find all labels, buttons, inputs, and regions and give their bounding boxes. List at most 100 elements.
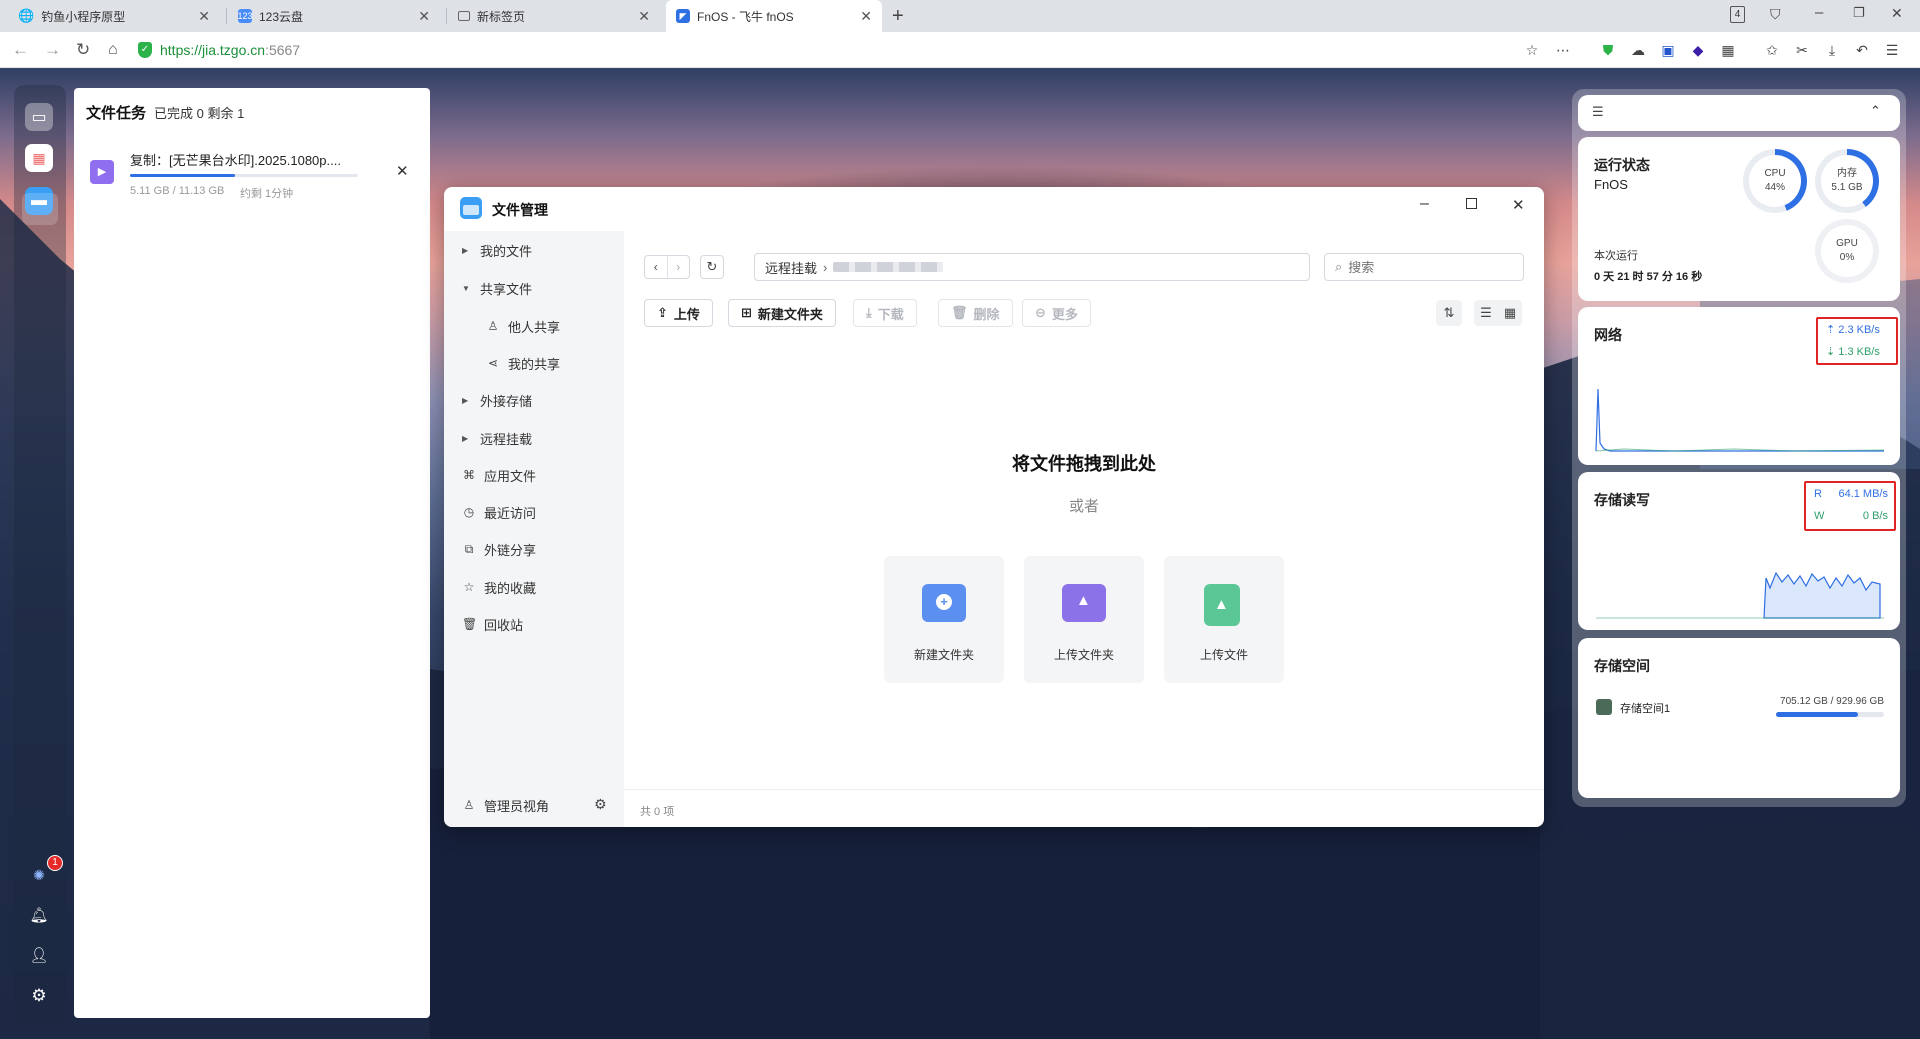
sidebar-settings-icon[interactable]: ⚙: [594, 796, 607, 813]
back-icon[interactable]: ←: [12, 40, 29, 60]
breadcrumb-separator-icon: ›: [823, 259, 828, 275]
more-button[interactable]: ⊖ 更多: [1022, 299, 1091, 327]
sidebar-item-external-share[interactable]: ⧉ 外链分享: [462, 539, 536, 559]
extension-blue-icon[interactable]: ▣: [1658, 40, 1678, 60]
sidebar-item-label: 最近访问: [484, 505, 537, 521]
sidebar-item-favorites[interactable]: ☆ 我的收藏: [462, 577, 536, 597]
sidebar-item-recycle-bin[interactable]: 🗑︎ 回收站: [462, 614, 523, 634]
new-folder-card[interactable]: + 新建文件夹: [884, 556, 1004, 683]
uptime-value: 0 天 21 时 57 分 16 秒: [1594, 271, 1703, 283]
close-icon[interactable]: ✕: [860, 8, 872, 25]
close-task-icon[interactable]: ✕: [396, 162, 409, 180]
upload-file-card[interactable]: ▲ 上传文件: [1164, 556, 1284, 683]
storage-usage-track: [1776, 712, 1884, 717]
minimize-icon[interactable]: –: [1420, 195, 1429, 213]
search-input[interactable]: [1348, 259, 1499, 275]
sidebar-item-external-storage[interactable]: ▶ 外接存储: [462, 390, 532, 410]
close-icon[interactable]: ✕: [418, 8, 430, 25]
history-nav: ‹ ›: [644, 255, 690, 279]
list-view-icon[interactable]: ☰: [1474, 300, 1498, 326]
undo-icon[interactable]: ↶: [1852, 40, 1872, 60]
star-icon: ☆: [463, 580, 475, 594]
storage-volume-name[interactable]: 存储空间1: [1620, 700, 1670, 716]
reload-icon[interactable]: ↻: [76, 40, 90, 60]
new-tab-button[interactable]: +: [892, 5, 904, 28]
new-folder-button[interactable]: ⊞ 新建文件夹: [728, 299, 836, 327]
bell-icon[interactable]: 🔔︎: [25, 901, 53, 929]
sort-icon[interactable]: ⇅: [1436, 300, 1462, 326]
settings-gear-icon[interactable]: ⚙: [25, 982, 53, 1010]
sidebar-item-others-shared[interactable]: ♙ 他人共享: [486, 316, 560, 336]
nav-back-icon[interactable]: ‹: [645, 256, 668, 278]
close-icon[interactable]: ✕: [198, 8, 210, 25]
nav-forward-icon[interactable]: ›: [668, 256, 690, 278]
app-center-icon[interactable]: ▦: [25, 144, 53, 172]
download-rate: ⇣ 1.3 KB/s: [1826, 345, 1880, 358]
close-window-icon[interactable]: ✕: [1512, 196, 1525, 214]
shirt-icon[interactable]: ⛉: [1770, 6, 1781, 23]
grid-apps-icon[interactable]: ▦: [1718, 40, 1738, 60]
menu-icon[interactable]: ☰: [1882, 40, 1902, 60]
widget-settings-icon[interactable]: ☰: [1592, 104, 1604, 120]
adguard-icon[interactable]: ⛊: [1598, 40, 1618, 60]
grid-view-icon[interactable]: ▦: [1498, 300, 1522, 326]
card-label: 新建文件夹: [913, 648, 974, 662]
tab-count-icon[interactable]: 4: [1730, 6, 1745, 23]
trash-icon: 🗑︎: [951, 305, 968, 320]
users-icon: ♙: [487, 319, 499, 333]
desktop-icon[interactable]: ▭: [25, 103, 53, 131]
forward-icon[interactable]: →: [44, 40, 61, 60]
widget-header: ☰ ⌃: [1578, 95, 1900, 131]
upload-folder-card[interactable]: ▲ 上传文件夹: [1024, 556, 1144, 683]
tab-123pan[interactable]: 123 123云盘 ✕: [228, 0, 440, 32]
bookmark-star-icon[interactable]: ☆: [1522, 40, 1542, 60]
close-icon[interactable]: ✕: [638, 8, 650, 25]
active-app-highlight: [22, 193, 58, 225]
sidebar-item-label: 我的文件: [480, 243, 533, 259]
breadcrumb[interactable]: 远程挂载 ›: [754, 253, 1310, 281]
more-dots-icon[interactable]: ⋯: [1553, 40, 1573, 60]
download-icon[interactable]: ⤓: [1822, 40, 1842, 60]
sidebar-item-label: 我的共享: [508, 356, 561, 372]
gpu-gauge: GPU 0%: [1815, 219, 1879, 283]
favorites-icon[interactable]: ✩: [1762, 40, 1782, 60]
download-button[interactable]: ⤓ 下载: [853, 299, 917, 327]
restore-icon[interactable]: ❐: [1853, 5, 1865, 21]
admin-user-icon: ♙: [463, 798, 475, 812]
caret-down-icon: ▼: [462, 283, 470, 293]
tab-fnos[interactable]: ◤ FnOS - 飞牛 fnOS ✕: [666, 0, 882, 32]
task-name: 复制：[无芒果台水印].2025.1080p....: [130, 153, 341, 168]
delete-button[interactable]: 🗑︎ 删除: [938, 299, 1013, 327]
window-close-icon[interactable]: ✕: [1891, 5, 1903, 22]
sidebar-item-shared-files[interactable]: ▼ 共享文件: [462, 278, 532, 298]
cloud-icon[interactable]: ☁: [1628, 40, 1648, 60]
breadcrumb-root[interactable]: 远程挂载: [765, 258, 817, 277]
tab-fishing-prototype[interactable]: 🌐 钓鱼小程序原型 ✕: [8, 0, 220, 32]
url-field[interactable]: ✓ https://jia.tzgo.cn:5667: [138, 38, 1578, 62]
refresh-icon[interactable]: ↻: [700, 255, 724, 279]
storage-usage-text: 705.12 GB / 929.96 GB: [1780, 696, 1884, 707]
upload-button[interactable]: ⇪ 上传: [644, 299, 713, 327]
arrow-up-icon: ⇡: [1826, 324, 1839, 336]
sidebar-item-my-files[interactable]: ▶ 我的文件: [462, 240, 532, 260]
sidebar-item-my-shares[interactable]: ⋖ 我的共享: [486, 353, 560, 373]
extension-diamond-icon[interactable]: ◆: [1688, 40, 1708, 60]
item-count: 共 0 项: [640, 806, 675, 818]
task-progress-track: [130, 174, 358, 177]
minimize-icon[interactable]: –: [1815, 4, 1823, 21]
sidebar-item-recent[interactable]: ◷ 最近访问: [462, 502, 536, 522]
notification-badge: 1: [47, 855, 63, 871]
search-field[interactable]: ⌕: [1324, 253, 1524, 281]
collapse-chevron-icon[interactable]: ⌃: [1870, 103, 1881, 119]
scissors-icon[interactable]: ✂: [1792, 40, 1812, 60]
sidebar-item-remote-mount[interactable]: ▶ 远程挂载: [462, 428, 532, 448]
breadcrumb-blurred-path: [833, 262, 944, 272]
caret-right-icon: ▶: [462, 433, 469, 443]
tab-label: 123云盘: [259, 9, 304, 24]
maximize-icon[interactable]: [1466, 198, 1477, 209]
home-icon[interactable]: ⌂: [108, 40, 118, 60]
admin-view-toggle[interactable]: ♙ 管理员视角: [462, 795, 549, 815]
tab-new-tab[interactable]: 新标签页 ✕: [448, 0, 660, 32]
sidebar-item-app-files[interactable]: ⌘ 应用文件: [462, 465, 536, 485]
user-icon[interactable]: 👤︎: [25, 941, 53, 969]
